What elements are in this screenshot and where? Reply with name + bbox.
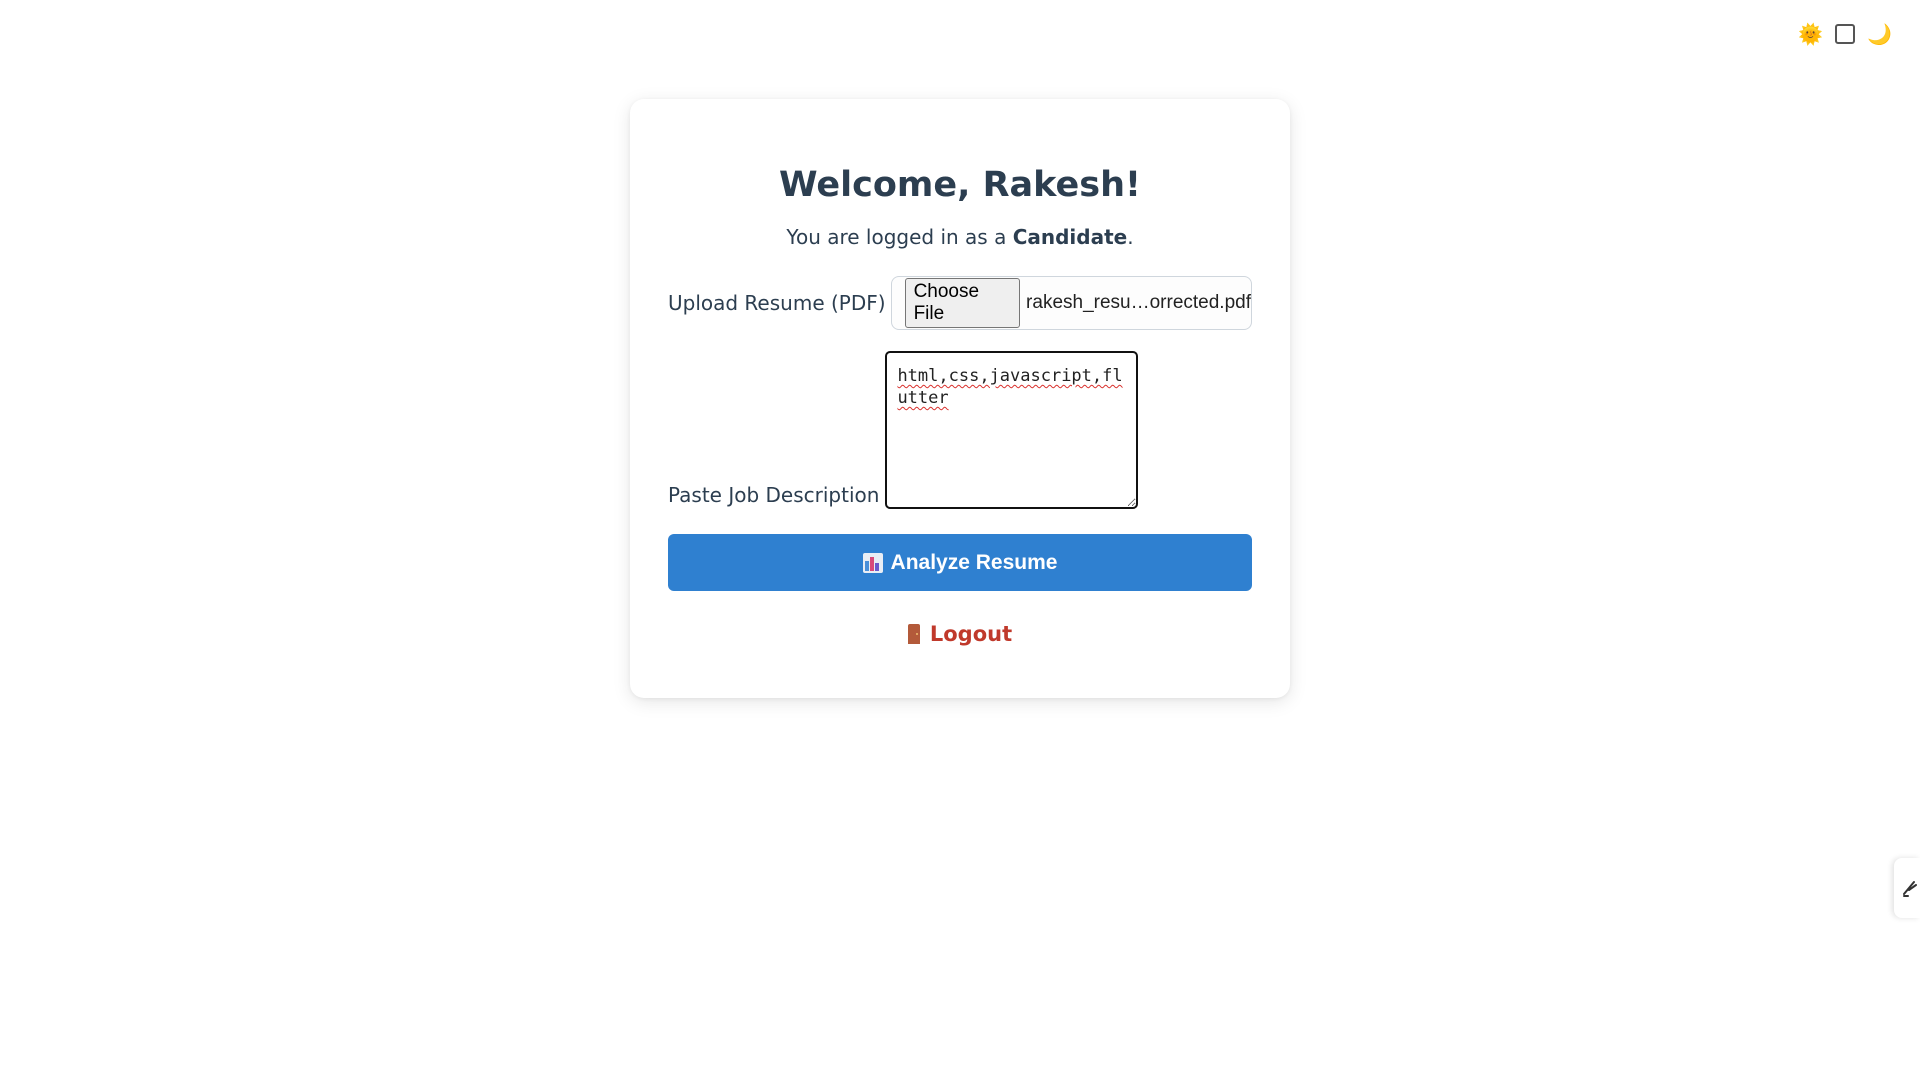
login-status-suffix: . xyxy=(1127,225,1134,249)
theme-toggle-checkbox[interactable] xyxy=(1835,24,1856,44)
moon-icon: 🌙 xyxy=(1867,22,1892,46)
job-description-label: Paste Job Description xyxy=(668,483,880,507)
logout-label: Logout xyxy=(929,622,1013,646)
sun-emoji-icon: 🌞 xyxy=(1798,22,1824,46)
logout-link[interactable]: Logout xyxy=(668,622,1252,646)
door-icon xyxy=(907,624,920,644)
welcome-title: Welcome, Rakesh! xyxy=(779,165,1141,205)
job-description-row: Paste Job Description html,css,javascrip… xyxy=(668,351,1252,509)
choose-file-button[interactable]: Choose File xyxy=(904,278,1021,328)
upload-resume-row: Upload Resume (PDF) Choose File rakesh_r… xyxy=(668,276,1252,330)
resume-file-input[interactable]: Choose File rakesh_resu…orrected.pdf xyxy=(890,276,1252,330)
upload-resume-label: Upload Resume (PDF) xyxy=(668,291,886,315)
pen-icon xyxy=(1903,881,1917,897)
bar-chart-icon xyxy=(862,552,883,573)
side-panel-handle[interactable] xyxy=(1894,858,1920,918)
analyze-resume-label: Analyze Resume xyxy=(890,550,1058,574)
theme-toggle: 🌞 🌙 xyxy=(1798,20,1892,48)
dashboard-card: Welcome, Rakesh! You are logged in as a … xyxy=(630,99,1290,698)
login-status-prefix: You are logged in as a xyxy=(786,225,1013,249)
analyze-resume-button[interactable]: Analyze Resume xyxy=(668,534,1252,591)
job-description-textarea[interactable]: html,css,javascript,flutter xyxy=(885,351,1139,509)
selected-file-name: rakesh_resu…orrected.pdf xyxy=(1026,292,1251,313)
user-role: Candidate xyxy=(1012,225,1128,249)
login-status: You are logged in as a Candidate. xyxy=(668,223,1252,251)
